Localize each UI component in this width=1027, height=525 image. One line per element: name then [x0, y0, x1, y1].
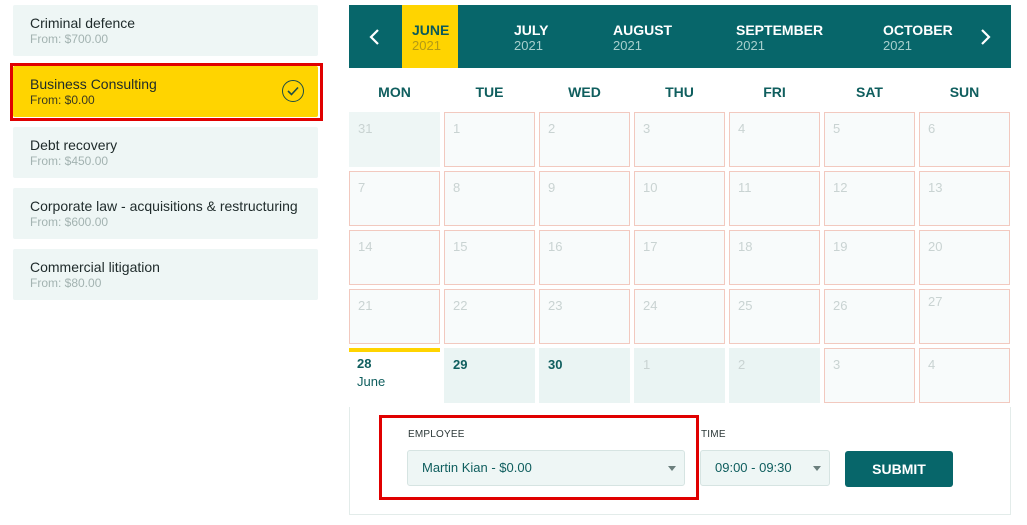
service-item-business-consulting[interactable]: Business Consulting From: $0.00	[13, 66, 318, 117]
month-name: JUNE	[412, 22, 450, 38]
service-price: From: $600.00	[30, 215, 109, 229]
employee-label: EMPLOYEE	[408, 429, 465, 440]
weekday-tue: TUE	[475, 84, 504, 100]
day-cell: 31	[349, 112, 440, 167]
month-year: 2021	[613, 38, 642, 53]
service-price: From: $0.00	[30, 93, 95, 107]
month-year: 2021	[514, 38, 543, 53]
day-cell: 1	[444, 112, 535, 167]
service-price: From: $80.00	[30, 276, 102, 290]
day-cell: 13	[919, 171, 1010, 226]
day-cell: 2	[729, 348, 820, 403]
service-price: From: $700.00	[30, 32, 109, 46]
month-navigation: JUNE 2021 JULY 2021 AUGUST 2021 SEPTEMBE…	[349, 5, 1011, 68]
day-cell-available[interactable]: 29	[444, 348, 535, 403]
day-cell: 23	[539, 289, 630, 344]
month-august[interactable]: AUGUST 2021	[613, 5, 672, 68]
month-year: 2021	[412, 38, 441, 53]
day-cell: 7	[349, 171, 440, 226]
day-cell: 26	[824, 289, 915, 344]
weekday-sun: SUN	[949, 84, 980, 100]
day-cell: 8	[444, 171, 535, 226]
day-cell: 19	[824, 230, 915, 285]
month-july[interactable]: JULY 2021	[514, 5, 549, 68]
day-cell: 3	[824, 348, 915, 403]
day-cell: 16	[539, 230, 630, 285]
service-name: Corporate law - acquisitions & restructu…	[30, 198, 298, 214]
month-year: 2021	[736, 38, 765, 53]
day-cell: 1	[634, 348, 725, 403]
day-cell: 21	[349, 289, 440, 344]
day-cell: 27	[919, 289, 1010, 344]
day-cell: 4	[919, 348, 1010, 403]
month-year: 2021	[883, 38, 912, 53]
month-name: OCTOBER	[883, 22, 953, 38]
service-item-criminal-defence[interactable]: Criminal defence From: $700.00	[13, 5, 318, 56]
month-name: AUGUST	[613, 22, 673, 38]
service-name: Business Consulting	[30, 76, 157, 92]
caret-down-icon	[668, 466, 676, 471]
day-cell: 25	[729, 289, 820, 344]
month-june[interactable]: JUNE 2021	[402, 5, 458, 68]
day-cell: 15	[444, 230, 535, 285]
day-cell: 2	[539, 112, 630, 167]
employee-select[interactable]: Martin Kian - $0.00	[407, 450, 685, 486]
time-select[interactable]: 09:00 - 09:30	[700, 450, 830, 486]
weekday-fri: FRI	[763, 84, 786, 100]
day-cell: 20	[919, 230, 1010, 285]
day-cell: 5	[824, 112, 915, 167]
caret-down-icon	[813, 466, 821, 471]
weekday-wed: WED	[568, 84, 601, 100]
month-october[interactable]: OCTOBER 2021	[883, 5, 953, 68]
month-name: SEPTEMBER	[736, 22, 824, 38]
day-cell: 11	[729, 171, 820, 226]
service-name: Criminal defence	[30, 15, 136, 31]
check-circle-icon	[282, 80, 304, 102]
day-cell: 18	[729, 230, 820, 285]
day-cell: 4	[729, 112, 820, 167]
day-cell: 12	[824, 171, 915, 226]
selected-day-month: June	[357, 374, 386, 389]
time-select-value: 09:00 - 09:30	[715, 460, 792, 475]
day-cell: 14	[349, 230, 440, 285]
submit-button[interactable]: SUBMIT	[845, 451, 953, 487]
day-cell: 10	[634, 171, 725, 226]
service-name: Debt recovery	[30, 137, 118, 153]
day-cell-selected[interactable]: 28 June	[349, 348, 440, 407]
service-price: From: $450.00	[30, 154, 109, 168]
chevron-left-icon[interactable]	[363, 25, 387, 49]
service-item-debt-recovery[interactable]: Debt recovery From: $450.00	[13, 127, 318, 178]
day-cell: 6	[919, 112, 1010, 167]
service-item-corporate-law[interactable]: Corporate law - acquisitions & restructu…	[13, 188, 318, 239]
employee-select-value: Martin Kian - $0.00	[422, 460, 532, 475]
weekday-mon: MON	[378, 84, 411, 100]
service-item-commercial-litigation[interactable]: Commercial litigation From: $80.00	[13, 249, 318, 300]
weekday-thu: THU	[665, 84, 694, 100]
weekday-sat: SAT	[856, 84, 883, 100]
day-cell: 17	[634, 230, 725, 285]
month-september[interactable]: SEPTEMBER 2021	[736, 5, 823, 68]
time-label: TIME	[701, 429, 726, 440]
selected-day-number: 28	[357, 356, 372, 371]
day-cell: 9	[539, 171, 630, 226]
day-cell: 3	[634, 112, 725, 167]
day-cell: 22	[444, 289, 535, 344]
day-cell-available[interactable]: 30	[539, 348, 630, 403]
chevron-right-icon[interactable]	[973, 25, 997, 49]
day-cell: 24	[634, 289, 725, 344]
service-name: Commercial litigation	[30, 259, 160, 275]
month-name: JULY	[514, 22, 549, 38]
